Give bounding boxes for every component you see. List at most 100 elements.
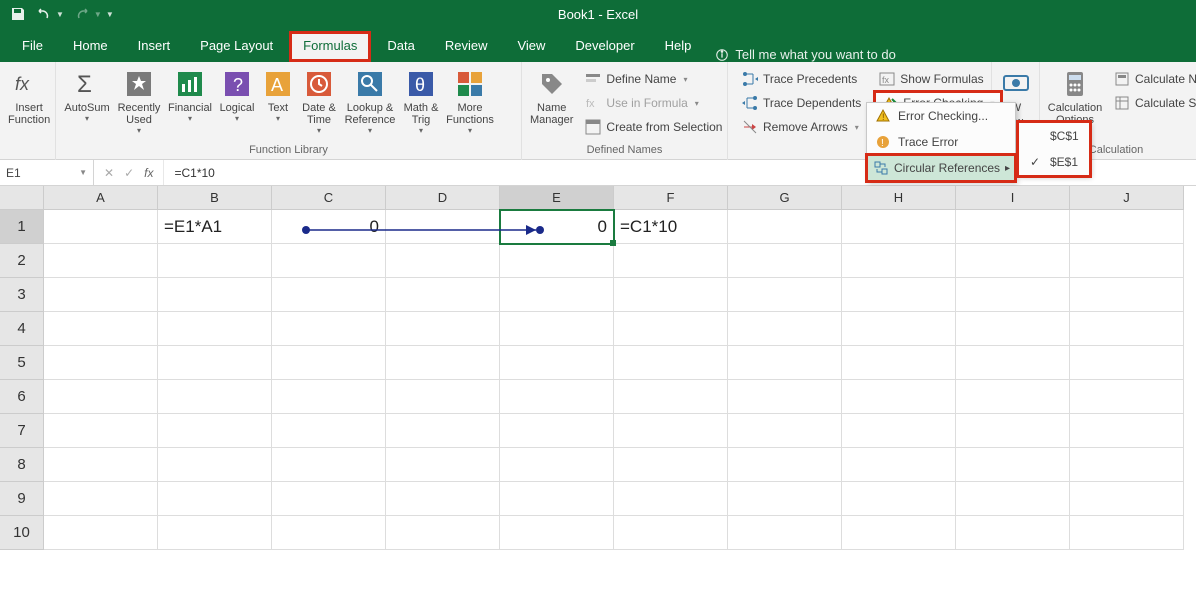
cell[interactable]: [842, 380, 956, 414]
trace-dependents-button[interactable]: Trace Dependents: [738, 92, 865, 114]
row-8[interactable]: 8: [0, 448, 44, 482]
cell[interactable]: [842, 346, 956, 380]
cell-a1[interactable]: [44, 210, 158, 244]
cell-e1[interactable]: 0: [500, 210, 614, 244]
trace-error-menu-item[interactable]: !Trace Error: [867, 129, 1015, 155]
cell[interactable]: [842, 278, 956, 312]
cell[interactable]: [44, 278, 158, 312]
insert-function-button[interactable]: fx Insert Function: [6, 66, 52, 128]
cell[interactable]: [614, 346, 728, 380]
cell[interactable]: [956, 448, 1070, 482]
col-j[interactable]: J: [1070, 186, 1184, 210]
name-box[interactable]: E1▼: [0, 160, 94, 185]
cell[interactable]: [1070, 482, 1184, 516]
select-all-corner[interactable]: [0, 186, 44, 210]
cell[interactable]: [1070, 244, 1184, 278]
cell[interactable]: [500, 380, 614, 414]
cell[interactable]: [956, 312, 1070, 346]
cell[interactable]: [1070, 516, 1184, 550]
cell[interactable]: [614, 380, 728, 414]
tab-view[interactable]: View: [503, 31, 559, 62]
chevron-down-icon[interactable]: ▼: [79, 168, 87, 177]
cell[interactable]: [272, 380, 386, 414]
cell[interactable]: [158, 346, 272, 380]
row-9[interactable]: 9: [0, 482, 44, 516]
cell[interactable]: [842, 482, 956, 516]
cell[interactable]: [728, 516, 842, 550]
col-c[interactable]: C: [272, 186, 386, 210]
cell[interactable]: [386, 414, 500, 448]
cell-g1[interactable]: [728, 210, 842, 244]
tab-file[interactable]: File: [8, 31, 57, 62]
undo-icon[interactable]: [36, 6, 52, 22]
cell[interactable]: [728, 312, 842, 346]
cell[interactable]: [272, 482, 386, 516]
cell[interactable]: [728, 448, 842, 482]
cell[interactable]: [1070, 312, 1184, 346]
cell[interactable]: [272, 516, 386, 550]
cell-j1[interactable]: [1070, 210, 1184, 244]
math-button[interactable]: θ Math & Trig▾: [400, 66, 442, 137]
create-from-selection-button[interactable]: Create from Selection: [581, 116, 726, 138]
calculate-sheet-button[interactable]: Calculate S: [1110, 92, 1196, 114]
cell[interactable]: [500, 244, 614, 278]
error-checking-menu-item[interactable]: !Error Checking...: [867, 103, 1015, 129]
cell[interactable]: [728, 380, 842, 414]
cell[interactable]: [956, 346, 1070, 380]
cell[interactable]: [44, 346, 158, 380]
row-6[interactable]: 6: [0, 380, 44, 414]
circular-references-menu-item[interactable]: Circular References▸: [867, 155, 1015, 181]
col-f[interactable]: F: [614, 186, 728, 210]
tab-home[interactable]: Home: [59, 31, 122, 62]
col-b[interactable]: B: [158, 186, 272, 210]
autosum-button[interactable]: Σ AutoSum▾: [62, 66, 112, 125]
cell[interactable]: [500, 414, 614, 448]
cell[interactable]: [614, 448, 728, 482]
cell[interactable]: [158, 278, 272, 312]
cell[interactable]: [956, 516, 1070, 550]
cell[interactable]: [842, 312, 956, 346]
cell[interactable]: [956, 380, 1070, 414]
cell[interactable]: [500, 346, 614, 380]
cancel-icon[interactable]: ✕: [104, 166, 114, 180]
cell-d1[interactable]: [386, 210, 500, 244]
cell[interactable]: [44, 516, 158, 550]
cell[interactable]: [44, 414, 158, 448]
col-h[interactable]: H: [842, 186, 956, 210]
cell[interactable]: [386, 244, 500, 278]
cell[interactable]: [386, 482, 500, 516]
cell-h1[interactable]: [842, 210, 956, 244]
cell[interactable]: [1070, 346, 1184, 380]
cell[interactable]: [500, 278, 614, 312]
cell[interactable]: [272, 414, 386, 448]
cell[interactable]: [158, 516, 272, 550]
cell[interactable]: [272, 244, 386, 278]
cell[interactable]: [1070, 448, 1184, 482]
cell[interactable]: [158, 448, 272, 482]
qat-customize[interactable]: ▼: [106, 10, 114, 19]
row-10[interactable]: 10: [0, 516, 44, 550]
cell[interactable]: [386, 278, 500, 312]
formula-input[interactable]: =C1*10: [164, 166, 224, 180]
col-a[interactable]: A: [44, 186, 158, 210]
cell[interactable]: [272, 278, 386, 312]
fx-icon-small[interactable]: fx: [144, 166, 153, 180]
row-4[interactable]: 4: [0, 312, 44, 346]
cell[interactable]: [1070, 278, 1184, 312]
cell[interactable]: [500, 312, 614, 346]
cell[interactable]: [842, 448, 956, 482]
date-time-button[interactable]: Date & Time▾: [298, 66, 340, 137]
cell[interactable]: [158, 482, 272, 516]
col-d[interactable]: D: [386, 186, 500, 210]
cell[interactable]: [158, 380, 272, 414]
cell-c1[interactable]: 0: [272, 210, 386, 244]
define-name-button[interactable]: Define Name▾: [581, 68, 726, 90]
tab-help[interactable]: Help: [651, 31, 706, 62]
cell[interactable]: [614, 278, 728, 312]
calculate-now-button[interactable]: Calculate N: [1110, 68, 1196, 90]
tab-formulas[interactable]: Formulas: [289, 31, 371, 62]
cell[interactable]: [44, 482, 158, 516]
cell[interactable]: [614, 482, 728, 516]
cell[interactable]: [728, 346, 842, 380]
tab-data[interactable]: Data: [373, 31, 428, 62]
